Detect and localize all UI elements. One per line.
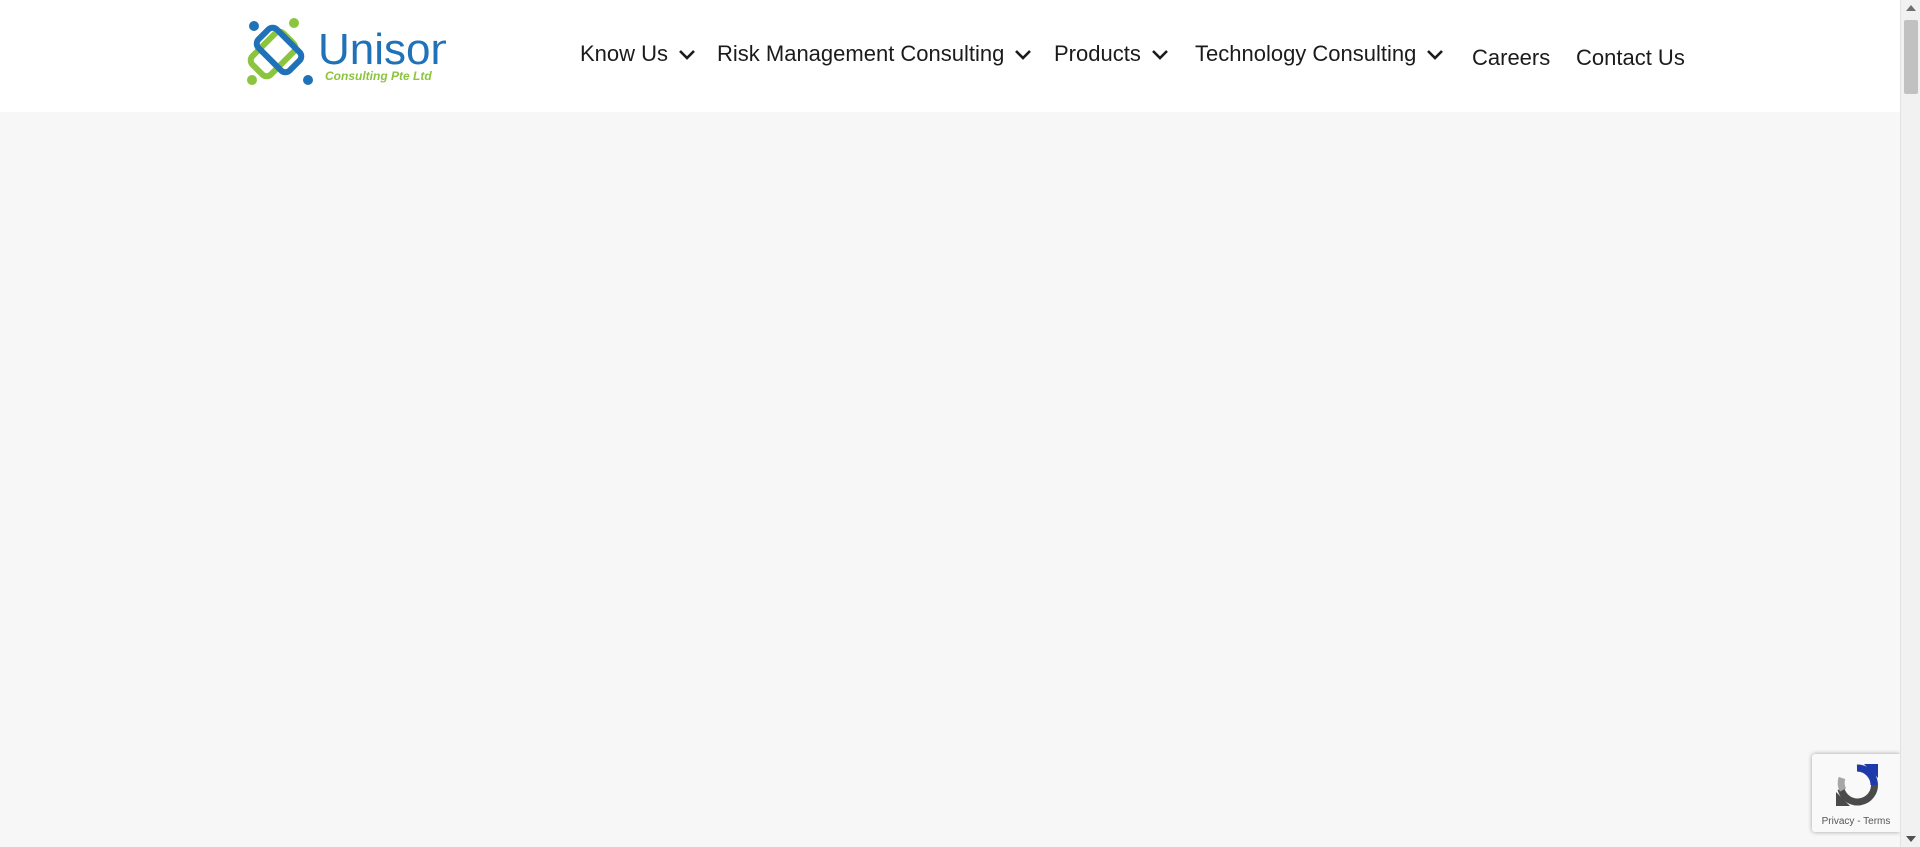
recaptcha-icon (1836, 764, 1879, 806)
scroll-down-arrow-icon[interactable] (1901, 831, 1920, 847)
site-header: Unison Consulting Pte Ltd Know Us Risk M… (0, 0, 1900, 112)
nav-item-contact-us[interactable]: Contact Us (1576, 40, 1685, 76)
nav-item-label: Products (1054, 41, 1141, 66)
nav-item-label: Careers (1472, 45, 1551, 70)
scroll-up-arrow-icon[interactable] (1901, 0, 1920, 16)
recaptcha-terms-link[interactable]: Terms (1863, 816, 1890, 827)
scrollbar-thumb[interactable] (1904, 20, 1918, 94)
nav-item-label: Risk Management Consulting (717, 41, 1005, 66)
recaptcha-privacy-link[interactable]: Privacy (1822, 816, 1855, 827)
recaptcha-separator: - (1854, 816, 1864, 827)
chevron-down-icon (1151, 50, 1168, 60)
recaptcha-badge[interactable]: Privacy - Terms (1812, 754, 1900, 832)
main-nav: Know Us Risk Management Consulting Produ… (0, 0, 1900, 112)
recaptcha-links: Privacy - Terms (1812, 816, 1900, 827)
nav-item-technology-consulting[interactable]: Technology Consulting (1195, 36, 1444, 72)
chevron-down-icon (1015, 50, 1032, 60)
vertical-scrollbar[interactable] (1900, 0, 1920, 847)
page-content-area (0, 112, 1900, 847)
nav-item-products[interactable]: Products (1054, 36, 1169, 72)
nav-item-label: Contact Us (1576, 45, 1685, 70)
nav-item-label: Technology Consulting (1195, 41, 1417, 66)
nav-item-risk-management-consulting[interactable]: Risk Management Consulting (717, 36, 1032, 72)
nav-item-know-us[interactable]: Know Us (580, 36, 696, 72)
chevron-down-icon (679, 50, 695, 60)
nav-item-careers[interactable]: Careers (1472, 40, 1550, 76)
chevron-down-icon (1427, 50, 1444, 60)
nav-item-label: Know Us (580, 41, 669, 66)
